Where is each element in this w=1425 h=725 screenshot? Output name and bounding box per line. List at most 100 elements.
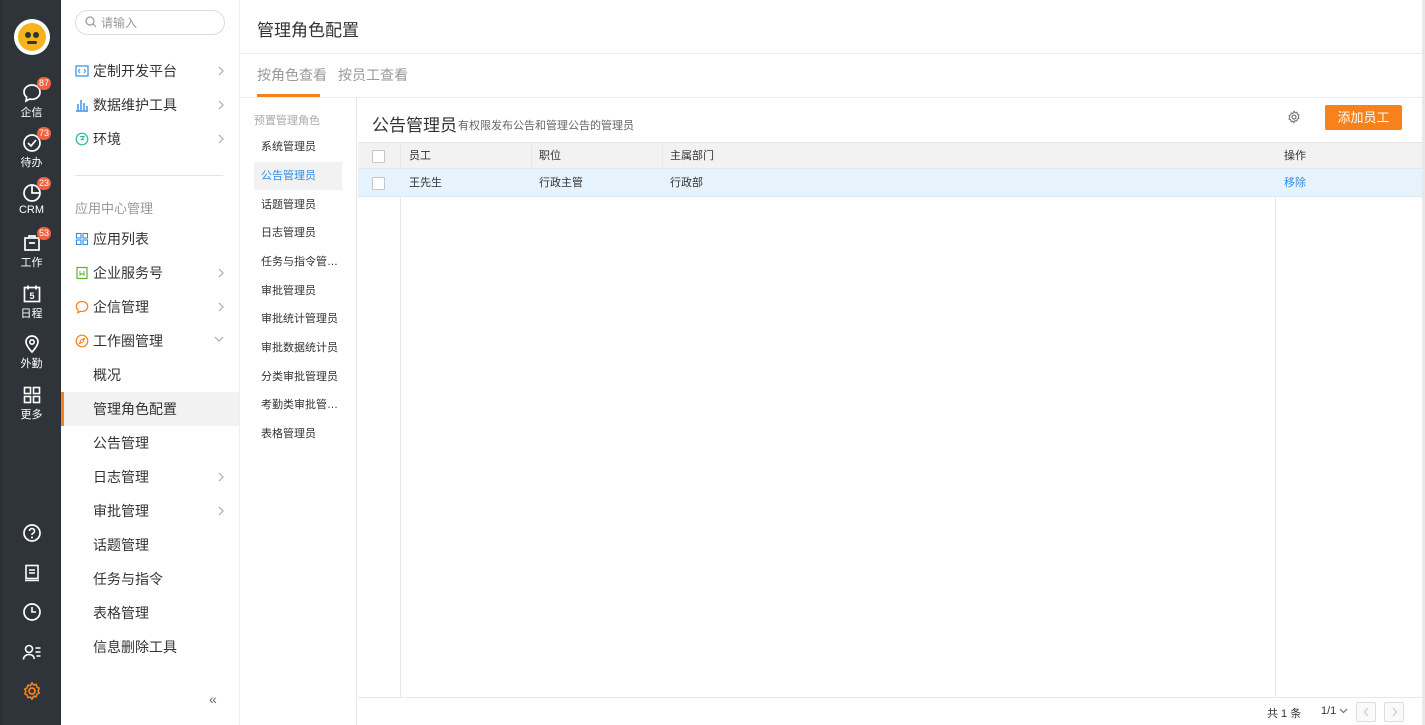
collapse-sidebar-button[interactable]: « <box>209 691 217 707</box>
prev-page-button[interactable] <box>1356 702 1376 722</box>
role-item[interactable]: 话题管理员 <box>254 191 342 219</box>
row-checkbox[interactable] <box>372 177 385 190</box>
search-box <box>75 10 225 35</box>
nav-item-service-account[interactable]: 企业服务号 <box>61 256 239 290</box>
add-employee-button[interactable]: 添加员工 <box>1325 105 1402 130</box>
employee-table: 员工 职位 主属部门 操作 王先生 行政主管 行政部 移除 <box>358 142 1422 698</box>
nav-item-app-list[interactable]: 应用列表 <box>61 222 239 256</box>
chevron-right-icon <box>1392 707 1397 717</box>
app-grid-icon <box>75 232 89 246</box>
rail-item-work[interactable]: 工作 53 <box>3 227 60 270</box>
nav-label: 管理角色配置 <box>93 401 177 417</box>
rail-label: CRM <box>18 204 45 216</box>
nav-label: 企信管理 <box>93 299 149 315</box>
role-item-selected[interactable]: 公告管理员 <box>254 162 342 190</box>
role-item[interactable]: 任务与指令管理员 <box>254 248 342 276</box>
main-panel: 管理角色配置 按角色查看 按员工查看 预置管理角色 系统管理员 公告管理员 话题… <box>240 0 1425 725</box>
role-settings-button[interactable] <box>1287 110 1301 127</box>
bar-chart-icon <box>76 100 88 112</box>
tab-by-employee[interactable]: 按员工查看 <box>338 65 408 85</box>
nav-label: 工作圈管理 <box>93 333 163 349</box>
page-select[interactable]: 1/1 <box>1321 705 1348 717</box>
nav-item-data-tools[interactable]: 数据维护工具 <box>61 88 239 122</box>
table-row[interactable]: 王先生 行政主管 行政部 移除 <box>358 169 1422 197</box>
unread-badge: 87 <box>37 77 52 90</box>
tab-by-role[interactable]: 按角色查看 <box>257 65 327 85</box>
nav-subitem-logs[interactable]: 日志管理 <box>61 460 239 494</box>
location-pin-icon <box>24 335 39 354</box>
nav-subitem-approvals[interactable]: 审批管理 <box>61 494 239 528</box>
pagination: 共 1 条 1/1 <box>358 698 1422 725</box>
column-header-position[interactable]: 职位 <box>539 143 561 169</box>
unread-badge: 73 <box>37 127 52 140</box>
role-section-title: 预置管理角色 <box>254 115 320 127</box>
nav-label: 环境 <box>93 131 121 147</box>
remove-link[interactable]: 移除 <box>1284 169 1306 197</box>
help-button[interactable] <box>3 523 60 543</box>
search-input[interactable] <box>101 14 219 31</box>
help-icon <box>22 524 41 542</box>
role-item[interactable]: 审批管理员 <box>254 277 342 305</box>
chevron-down-icon <box>1339 708 1348 714</box>
notebook-icon <box>24 564 39 582</box>
page-title: 管理角色配置 <box>257 21 359 40</box>
environment-icon <box>75 132 89 146</box>
next-page-button[interactable] <box>1384 702 1404 722</box>
grid-icon <box>23 386 40 404</box>
calendar-day: 5 <box>29 291 34 301</box>
rail-item-messages[interactable]: 企信 87 <box>3 77 60 120</box>
rail-item-crm[interactable]: CRM 23 <box>3 177 60 216</box>
column-divider <box>662 143 663 169</box>
contacts-button[interactable] <box>3 642 60 662</box>
nav-label: 定制开发平台 <box>93 63 177 79</box>
nav-item-messaging-admin[interactable]: 企信管理 <box>61 290 239 324</box>
nav-subitem-delete-tool[interactable]: 信息删除工具 <box>61 630 239 664</box>
role-item[interactable]: 分类审批管理员 <box>254 363 342 391</box>
column-header-employee[interactable]: 员工 <box>409 143 431 169</box>
nav-subitem-forms[interactable]: 表格管理 <box>61 596 239 630</box>
cell-position: 行政主管 <box>539 177 583 189</box>
nav-label: 概况 <box>93 367 121 383</box>
nav-item-environment[interactable]: 环境 <box>61 122 239 156</box>
nav-item-custom-dev[interactable]: 定制开发平台 <box>61 54 239 88</box>
nav-subitem-tasks[interactable]: 任务与指令 <box>61 562 239 596</box>
role-description: 有权限发布公告和管理公告的管理员 <box>458 120 634 132</box>
history-button[interactable] <box>3 602 60 622</box>
nav-subitem-topics[interactable]: 话题管理 <box>61 528 239 562</box>
select-all-checkbox[interactable] <box>372 150 385 163</box>
role-item[interactable]: 审批统计管理员 <box>254 305 342 333</box>
role-item[interactable]: 考勤类审批管理员 <box>254 391 342 419</box>
rail-item-field[interactable]: 外勤 <box>3 334 60 371</box>
page-indicator: 1/1 <box>1321 705 1337 717</box>
app-rail: 企信 87 待办 73 CRM 23 工作 53 5 日程 外勤 更多 <box>0 0 61 725</box>
rail-item-schedule[interactable]: 5 日程 <box>3 284 60 321</box>
nav-label: 企业服务号 <box>93 265 163 281</box>
column-header-actions: 操作 <box>1284 150 1306 162</box>
role-item[interactable]: 日志管理员 <box>254 219 342 247</box>
header-divider <box>240 53 1422 54</box>
nav-subitem-role-config[interactable]: 管理角色配置 <box>61 392 239 426</box>
gear-icon <box>23 682 40 700</box>
role-item[interactable]: 审批数据统计员 <box>254 334 342 362</box>
unread-badge: 53 <box>37 227 52 240</box>
column-divider <box>531 143 532 169</box>
chevron-right-icon <box>218 506 224 516</box>
app-logo[interactable] <box>14 19 50 55</box>
nav-subitem-overview[interactable]: 概况 <box>61 358 239 392</box>
nav-divider <box>75 175 223 176</box>
nav-label: 数据维护工具 <box>93 97 177 113</box>
notebook-button[interactable] <box>3 563 60 583</box>
rail-item-more[interactable]: 更多 <box>3 385 60 422</box>
rail-label: 外勤 <box>20 358 43 370</box>
nav-subitem-announcements[interactable]: 公告管理 <box>61 426 239 460</box>
role-item[interactable]: 系统管理员 <box>254 133 342 161</box>
admin-settings-button[interactable] <box>3 681 60 701</box>
nav-item-workcircle-admin[interactable]: 工作圈管理 <box>61 324 239 358</box>
nav-label: 日志管理 <box>93 469 149 485</box>
role-item[interactable]: 表格管理员 <box>254 420 342 448</box>
column-header-department[interactable]: 主属部门 <box>670 143 714 169</box>
rail-label: 更多 <box>20 409 43 421</box>
chevron-down-icon <box>214 336 224 342</box>
chevron-right-icon <box>218 472 224 482</box>
rail-item-todo[interactable]: 待办 73 <box>3 127 60 170</box>
